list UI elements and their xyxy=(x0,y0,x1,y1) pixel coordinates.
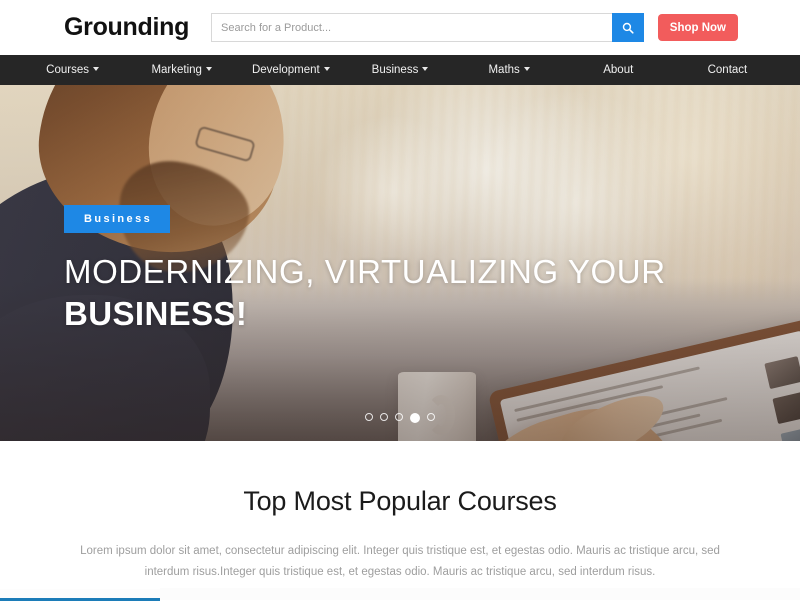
nav-label: Business xyxy=(372,64,419,76)
nav-item-about[interactable]: About xyxy=(564,55,673,85)
section-title: Top Most Popular Courses xyxy=(0,486,800,517)
hero-category-badge[interactable]: Business xyxy=(64,205,170,233)
hero-content: Business MODERNIZING, VIRTUALIZING YOUR … xyxy=(64,205,666,333)
nav-item-development[interactable]: Development xyxy=(236,55,345,85)
nav-item-marketing[interactable]: Marketing xyxy=(127,55,236,85)
search-bar xyxy=(211,13,644,42)
chevron-down-icon xyxy=(93,67,99,71)
hero-headline-line2: BUSINESS! xyxy=(64,295,666,333)
chevron-down-icon xyxy=(324,67,330,71)
tab-active-indicator[interactable] xyxy=(0,589,160,601)
nav-label: Maths xyxy=(488,64,519,76)
nav-item-maths[interactable]: Maths xyxy=(455,55,564,85)
carousel-dot-5[interactable] xyxy=(427,413,435,421)
search-submit-button[interactable] xyxy=(612,13,644,42)
carousel-dot-2[interactable] xyxy=(380,413,388,421)
nav-item-contact[interactable]: Contact xyxy=(673,55,782,85)
nav-label: Courses xyxy=(46,64,89,76)
carousel-dots xyxy=(0,413,800,423)
main-navigation: Courses Marketing Development Business M… xyxy=(0,55,800,85)
nav-label: Marketing xyxy=(151,64,202,76)
site-header: Grounding Shop Now xyxy=(0,0,800,55)
carousel-dot-3[interactable] xyxy=(395,413,403,421)
section-description: Lorem ipsum dolor sit amet, consectetur … xyxy=(70,541,730,584)
carousel-dot-4[interactable] xyxy=(410,413,420,423)
carousel-dot-1[interactable] xyxy=(365,413,373,421)
shop-now-button[interactable]: Shop Now xyxy=(658,14,738,41)
nav-label: Development xyxy=(252,64,320,76)
search-icon xyxy=(622,22,634,34)
nav-item-courses[interactable]: Courses xyxy=(18,55,127,85)
hero-headline-line1: MODERNIZING, VIRTUALIZING YOUR xyxy=(64,253,666,291)
chevron-down-icon xyxy=(524,67,530,71)
site-logo[interactable]: Grounding xyxy=(64,13,189,42)
course-filter-tabs xyxy=(0,588,800,600)
popular-courses-section: Top Most Popular Courses Lorem ipsum dol… xyxy=(0,441,800,584)
tab-remaining-strip[interactable] xyxy=(160,588,800,600)
chevron-down-icon xyxy=(206,67,212,71)
nav-item-business[interactable]: Business xyxy=(345,55,454,85)
search-input[interactable] xyxy=(211,13,612,42)
hero-carousel: Business MODERNIZING, VIRTUALIZING YOUR … xyxy=(0,85,800,441)
chevron-down-icon xyxy=(422,67,428,71)
